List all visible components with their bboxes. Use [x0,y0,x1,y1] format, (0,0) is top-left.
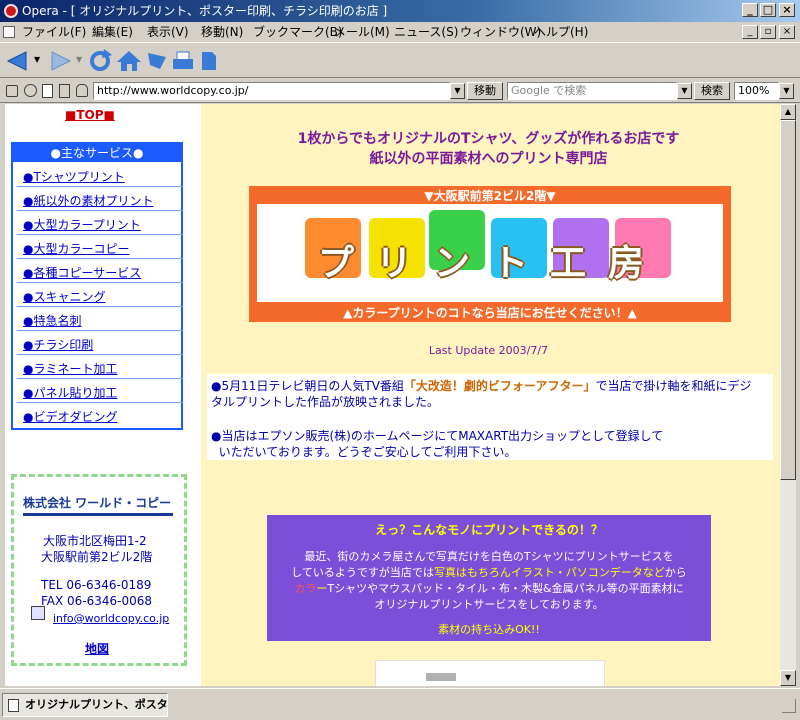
banner-logo-text: プリント工房 [317,243,666,284]
sidebar-item-material[interactable]: ●紙以外の素材プリント [23,192,153,209]
lock-icon[interactable] [6,85,18,97]
menu-window[interactable]: ウィンドウ(W) [460,22,541,42]
menu-edit[interactable]: 編集(E) [92,22,133,42]
news-item-1: ●5月11日テレビ朝日の人気TV番組「大改造！劇的ビフォーアフター」で当店で掛け… [211,379,752,409]
sidebar-item-copy-service[interactable]: ●各種コピーサービス [23,264,141,281]
menu-help[interactable]: ヘルプ(H) [534,22,588,42]
sidebar-item-flyer[interactable]: ●チラシ印刷 [23,336,93,353]
banner-logo-area: プリント工房 [257,204,723,302]
minimize-button[interactable]: _ [742,3,758,17]
forward-arrow-icon[interactable] [48,50,72,72]
menu-mail[interactable]: メール(M) [334,22,390,42]
home-icon[interactable] [116,49,142,73]
hotlist-icon[interactable] [146,51,168,71]
company-logo: 株式会社 ワールド・コピー [23,492,173,516]
close-button[interactable]: × [779,3,795,17]
address-toolbar: http://www.worldcopy.co.jp/ ▼ 移動 Google … [0,79,800,103]
sidebar-item-large-print[interactable]: ●大型カラープリント [23,216,141,233]
sidebar-item-tshirt[interactable]: ●Tシャツプリント [23,168,125,185]
tv-program-link[interactable]: 「大改造！劇的ビフォーアフター」 [404,379,596,393]
window-title: Opera - [ オリジナルプリント、ポスター印刷、チラシ印刷のお店 ] [22,4,388,18]
fax-number: FAX 06-6346-0068 [41,594,153,608]
last-update: Last Update 2003/7/7 [428,344,549,357]
menu-news[interactable]: ニュース(S) [394,22,458,42]
address-line-1: 大阪市北区梅田1-2 [43,534,147,548]
zoom-input[interactable]: 100% [734,82,779,100]
cookie-icon[interactable] [24,84,37,97]
opera-logo-icon [4,4,18,18]
headline-2: 紙以外の平面素材へのプリント専門店 [369,151,608,167]
tab-bar: オリジナルプリント、ポスタ... [0,688,800,720]
mdi-restore-button[interactable]: ▫ [760,25,776,39]
promo-box: えっ？こんなモノにプリントできるの！？ 最近、街のカメラ屋さんで写真だけを白色の… [267,515,711,641]
address-input[interactable]: http://www.worldcopy.co.jp/ [93,82,450,100]
product-image [375,660,605,686]
sidebar-item-large-copy[interactable]: ●大型カラーコピー [23,240,129,257]
user-mode-icon[interactable] [59,84,70,98]
forward-dropdown-icon[interactable]: ▼ [76,55,82,64]
window-titlebar: Opera - [ オリジナルプリント、ポスター印刷、チラシ印刷のお店 ] _ … [0,0,800,22]
web-page: ■TOP■ ●主なサービス● ●Tシャツプリント ●紙以外の素材プリント ●大型… [5,104,780,686]
zoom-dropdown-icon[interactable]: ▼ [779,83,794,99]
top-link[interactable]: ■TOP■ [65,108,115,122]
identity-icon[interactable] [76,84,88,97]
sidebar-item-business-card[interactable]: ●特急名刺 [23,312,81,329]
search-input[interactable]: Google で検索 [507,82,677,100]
banner-top-text: ▼大阪駅前第2ビル2階▼ [424,189,556,203]
document-icon [3,26,15,38]
vertical-scrollbar[interactable]: ▲ ▼ [780,104,796,686]
page-icon[interactable] [200,51,218,71]
services-title: ●主なサービス● [13,144,181,162]
sidebar-item-panel[interactable]: ●パネル貼り加工 [23,384,117,401]
menu-file[interactable]: ファイル(F) [22,22,86,42]
mdi-close-button[interactable]: × [779,25,795,39]
reload-icon[interactable] [88,49,112,73]
mdi-minimize-button[interactable]: _ [742,25,758,39]
banner-bottom-text: ▲カラープリントのコトなら当店にお任せください！▲ [343,306,637,320]
scroll-thumb[interactable] [780,120,796,480]
email-link[interactable]: info@worldcopy.co.jp [53,612,169,625]
address-line-2: 大阪駅前第2ビル2階 [41,550,153,564]
back-arrow-icon[interactable] [6,50,30,72]
map-link[interactable]: 地図 [85,640,109,657]
document-icon[interactable] [42,84,53,98]
search-button[interactable]: 検索 [694,82,730,100]
menu-view[interactable]: 表示(V) [147,22,189,42]
news-box: ●5月11日テレビ朝日の人気TV番組「大改造！劇的ビフォーアフター」で当店で掛け… [207,374,773,460]
back-dropdown-icon[interactable]: ▼ [34,55,40,64]
sidebar-item-scanning[interactable]: ●スキャニング [23,288,105,305]
navigation-toolbar: ▼ ▼ [0,42,800,78]
print-icon[interactable] [172,51,194,71]
promo-footer: 素材の持ち込みOK!! [438,623,540,636]
page-tab-label: オリジナルプリント、ポスタ... [25,698,168,711]
page-tab[interactable]: オリジナルプリント、ポスタ... [2,693,168,717]
mail-icon [31,606,45,620]
menu-navigate[interactable]: 移動(N) [201,22,243,42]
scroll-down-button[interactable]: ▼ [780,670,796,686]
go-button[interactable]: 移動 [467,82,503,100]
sidebar-item-video[interactable]: ●ビデオダビング [23,408,117,425]
menu-bookmarks[interactable]: ブックマーク(B) [253,22,343,42]
page-tab-icon [8,699,19,712]
search-dropdown-icon[interactable]: ▼ [677,83,692,99]
news-item-2: ●当店はエプソン販売(株)のホームページにてMAXART出力ショップとして登録し… [211,429,664,459]
promo-title: えっ？こんなモノにプリントできるの！？ [375,523,603,537]
resize-grip[interactable] [782,699,796,713]
address-dropdown-icon[interactable]: ▼ [450,83,465,99]
menu-bar: ファイル(F) 編集(E) 表示(V) 移動(N) ブックマーク(B) メール(… [0,22,800,42]
maximize-button[interactable]: □ [760,3,776,17]
headline-1: 1枚からでもオリジナルのTシャツ、グッズが作れるお店です [297,131,680,147]
promo-text: 最近、街のカメラ屋さんで写真だけを白色のTシャツにプリントサービスを しているよ… [291,550,687,611]
tel-number: TEL 06-6346-0189 [41,578,152,592]
sidebar: ■TOP■ ●主なサービス● ●Tシャツプリント ●紙以外の素材プリント ●大型… [5,104,201,686]
scroll-up-button[interactable]: ▲ [780,104,796,120]
sidebar-item-laminate[interactable]: ●ラミネート加工 [23,360,117,377]
